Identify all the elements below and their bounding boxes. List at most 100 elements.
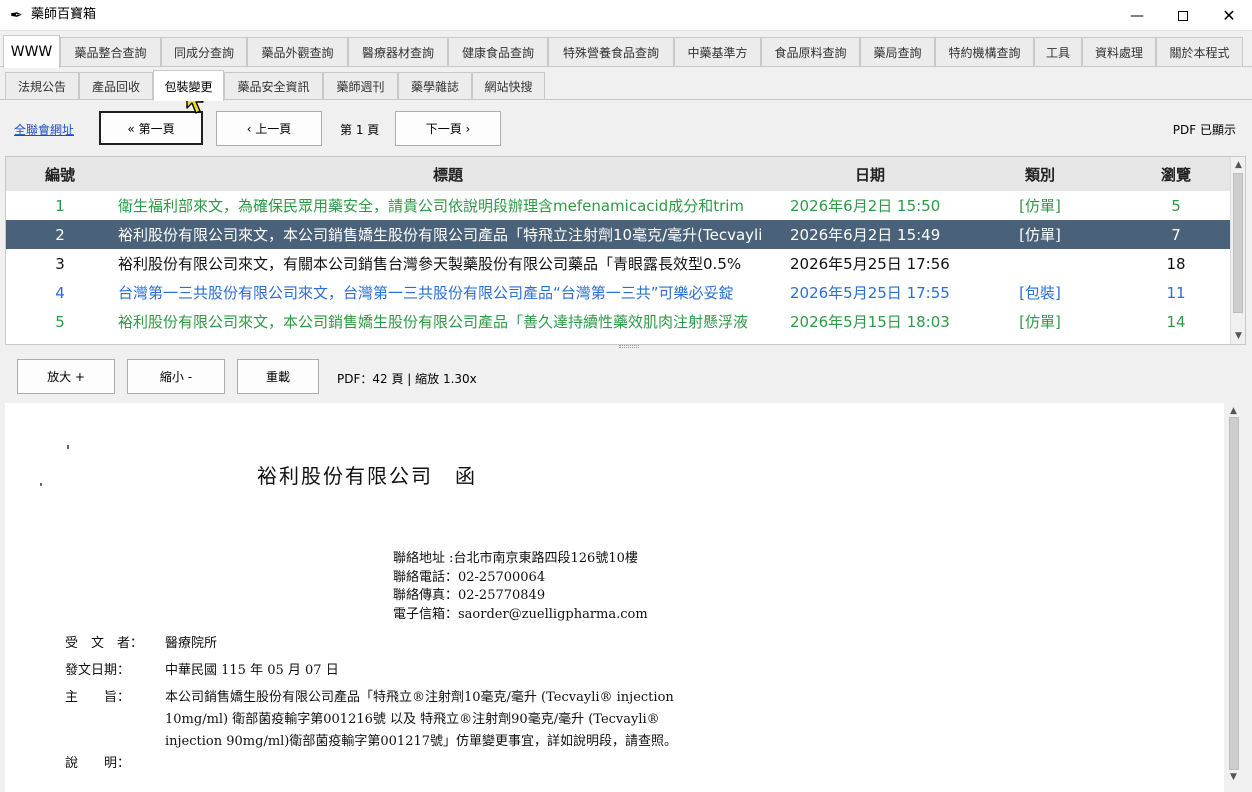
contact-email: 電子信箱：saorder@zuelligpharma.com — [393, 607, 648, 622]
tab-health-food[interactable]: 健康食品查詢 — [448, 37, 548, 66]
splitter-grip-icon — [619, 345, 639, 348]
tab-food-ingredient[interactable]: 食品原料查詢 — [761, 37, 860, 66]
recipient-value: 醫療院所 — [165, 636, 218, 651]
pdf-scroll-up-icon[interactable]: ▲ — [1228, 405, 1239, 417]
tab-chinese-medicine[interactable]: 中藥基準方 — [674, 37, 761, 66]
scan-speck — [67, 445, 69, 449]
row-views: 14 — [1166, 312, 1186, 331]
subject-line-1: 本公司銷售嬌生股份有限公司產品「特飛立®注射劑10毫克/毫升 (Tecvayli… — [165, 690, 674, 705]
table-row[interactable]: 3 裕利股份有限公司來文，有關本公司銷售台灣參天製藥股份有限公司藥品「青眼露長效型… — [6, 249, 1231, 278]
pdf-info: PDF：42 頁 | 縮放 1.30x — [337, 372, 477, 386]
table-row[interactable]: 2 裕利股份有限公司來文，本公司銷售嬌生股份有限公司產品「特飛立注射劑10毫克/毫… — [6, 220, 1231, 249]
row-title: 裕利股份有限公司來文，有關本公司銷售台灣參天製藥股份有限公司藥品「青眼露長效型0… — [118, 255, 742, 273]
row-date: 2026年5月15日 18:03 — [790, 313, 950, 331]
prev-page-button[interactable]: ‹ 上一頁 — [216, 111, 322, 146]
federation-link[interactable]: 全聯會網址 — [14, 121, 74, 138]
tab-contracted-institution[interactable]: 特約機構查詢 — [935, 37, 1034, 66]
row-number: 5 — [55, 312, 65, 331]
date-value: 中華民國 115 年 05 月 07 日 — [165, 663, 339, 678]
announcement-table: 編號 標題 日期 類別 瀏覽 1 衛生福利部來文，為確保民眾用藥安全，請貴公司依說… — [5, 156, 1246, 345]
table-header: 編號 標題 日期 類別 瀏覽 — [6, 157, 1231, 191]
table-row[interactable]: 1 衛生福利部來文，為確保民眾用藥安全，請貴公司依說明段辦理含mefenamica… — [6, 191, 1231, 220]
minimize-button[interactable]: — — [1114, 0, 1160, 31]
table-row[interactable]: 4 台灣第一三共股份有限公司來文，台灣第一三共股份有限公司產品“台灣第一三共”可樂… — [6, 278, 1231, 307]
recipient-label: 受 文 者： — [65, 636, 144, 651]
subject-line-3: injection 90mg/ml)衛部菌疫輸字第001217號」仿單變更事宜，… — [165, 734, 678, 749]
row-category: [包裝] — [1019, 284, 1061, 302]
subtab-pharmacy-journal[interactable]: 藥學雜誌 — [398, 72, 472, 99]
contact-fax: 聯絡傳真：02-25770849 — [393, 588, 546, 603]
row-title: 裕利股份有限公司來文，本公司銷售嬌生股份有限公司產品「特飛立注射劑10毫克/毫升… — [118, 226, 763, 244]
row-category: [仿單] — [1019, 313, 1061, 331]
first-page-button[interactable]: « 第一頁 — [99, 111, 203, 145]
table-row[interactable]: 5 裕利股份有限公司來文，本公司銷售嬌生股份有限公司產品「善久達持續性藥效肌肉注射… — [6, 307, 1231, 336]
header-title[interactable]: 標題 — [118, 157, 778, 191]
row-category — [990, 249, 1090, 278]
header-date[interactable]: 日期 — [790, 157, 950, 191]
tab-drug-appearance[interactable]: 藥品外觀查詢 — [247, 37, 348, 66]
tab-about[interactable]: 關於本程式 — [1156, 37, 1243, 66]
table-scroll-thumb[interactable] — [1233, 173, 1243, 313]
pdf-scroll-down-icon[interactable]: ▼ — [1228, 771, 1239, 783]
zoom-out-button[interactable]: 縮小 - — [127, 359, 225, 394]
pdf-toolbar: 放大 + 縮小 - 重載 PDF：42 頁 | 縮放 1.30x — [0, 350, 1252, 400]
contact-phone: 聯絡電話：02-25700064 — [393, 570, 546, 585]
explain-label: 說 明： — [65, 756, 131, 771]
row-views: 11 — [1166, 283, 1186, 302]
maximize-icon — [1178, 10, 1188, 21]
row-number: 4 — [55, 283, 65, 302]
tab-drug-integrated[interactable]: 藥品整合查詢 — [60, 37, 161, 66]
header-category[interactable]: 類別 — [990, 157, 1090, 191]
minimize-icon: — — [1130, 7, 1144, 24]
row-views: 18 — [1166, 254, 1186, 273]
tab-data-processing[interactable]: 資料處理 — [1082, 37, 1156, 66]
row-date: 2026年5月25日 17:55 — [790, 284, 950, 302]
tab-same-ingredient[interactable]: 同成分查詢 — [161, 37, 247, 66]
subtab-recalls[interactable]: 產品回收 — [79, 72, 153, 99]
subject-line-2: 10mg/ml) 衛部菌疫輸字第001216號 以及 特飛立®注射劑90毫克/毫… — [165, 712, 660, 727]
page-label: 第 1 頁 — [340, 123, 380, 137]
main-tab-bar: WWW 藥品整合查詢 同成分查詢 藥品外觀查詢 醫療器材查詢 健康食品查詢 特殊… — [0, 35, 1252, 68]
row-views: 7 — [1171, 225, 1181, 244]
row-date: 2026年5月25日 17:56 — [790, 255, 950, 273]
tab-medical-device[interactable]: 醫療器材查詢 — [348, 37, 448, 66]
pdf-page: 裕利股份有限公司 函 聯絡地址 :台北市南京東路四段126號10樓 聯絡電話：0… — [5, 403, 1224, 792]
scroll-up-icon[interactable]: ▲ — [1233, 159, 1244, 171]
subject-label: 主 旨： — [65, 690, 131, 705]
pdf-scrollbar[interactable]: ▲ ▼ — [1226, 403, 1242, 785]
row-number: 3 — [55, 254, 65, 273]
pdf-scroll-thumb[interactable] — [1229, 417, 1239, 770]
row-views: 5 — [1171, 196, 1181, 215]
subtab-package-change[interactable]: 包裝變更 — [153, 70, 224, 101]
pane-splitter[interactable] — [5, 345, 1246, 349]
document-company-title: 裕利股份有限公司 函 — [257, 464, 477, 488]
close-icon: ✕ — [1222, 6, 1236, 25]
row-title: 衛生福利部來文，為確保民眾用藥安全，請貴公司依說明段辦理含mefenamicac… — [118, 197, 745, 215]
contact-address: 聯絡地址 :台北市南京東路四段126號10樓 — [393, 551, 638, 566]
row-number: 1 — [55, 196, 65, 215]
close-button[interactable]: ✕ — [1206, 0, 1252, 31]
pdf-status: PDF 已顯示 — [1172, 123, 1236, 137]
tab-www[interactable]: WWW — [3, 35, 60, 68]
pdf-viewer[interactable]: 裕利股份有限公司 函 聯絡地址 :台北市南京東路四段126號10樓 聯絡電話：0… — [0, 400, 1252, 792]
reload-button[interactable]: 重載 — [237, 359, 319, 394]
tab-pharmacy[interactable]: 藥局查詢 — [860, 37, 935, 66]
table-scrollbar[interactable]: ▲ ▼ — [1230, 157, 1245, 344]
subtab-site-search[interactable]: 網站快搜 — [472, 72, 545, 99]
sub-tab-bar: 法規公告 產品回收 包裝變更 藥品安全資訊 藥師週刊 藥學雜誌 網站快搜 — [0, 70, 1252, 101]
zoom-in-button[interactable]: 放大 + — [17, 359, 115, 394]
header-views[interactable]: 瀏覽 — [1126, 157, 1226, 191]
date-label: 發文日期： — [65, 663, 131, 678]
subtab-drug-safety[interactable]: 藥品安全資訊 — [224, 72, 323, 99]
title-bar: ✒ 藥師百寶箱 — ✕ — [0, 0, 1252, 31]
subtab-regulations[interactable]: 法規公告 — [5, 72, 79, 99]
next-page-button[interactable]: 下一頁 › — [395, 111, 501, 146]
subtab-pharmacist-weekly[interactable]: 藥師週刊 — [323, 72, 398, 99]
header-number[interactable]: 編號 — [6, 157, 114, 191]
maximize-button[interactable] — [1160, 0, 1206, 31]
feather-icon: ✒ — [10, 6, 23, 24]
tab-special-nutrition[interactable]: 特殊營養食品查詢 — [548, 37, 674, 66]
tab-tools[interactable]: 工具 — [1034, 37, 1082, 66]
scroll-down-icon[interactable]: ▼ — [1233, 330, 1244, 342]
row-category: [仿單] — [1019, 197, 1061, 215]
